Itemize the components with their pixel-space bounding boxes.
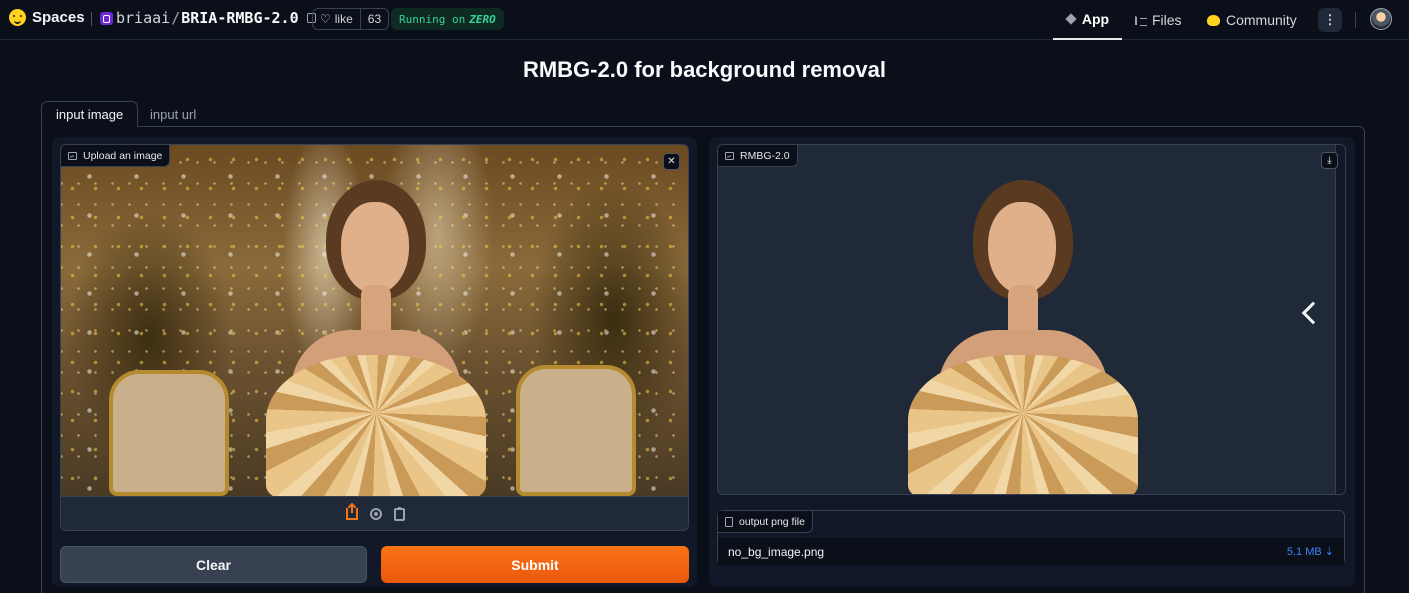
close-icon[interactable]: ✕: [663, 153, 680, 170]
clipboard-icon[interactable]: [393, 506, 405, 521]
download-icon[interactable]: ⤓: [1321, 152, 1338, 169]
output-label-text: RMBG-2.0: [740, 149, 790, 162]
file-label: output png file: [718, 511, 813, 533]
input-photo: [61, 145, 688, 496]
org-avatar-icon: [100, 11, 113, 25]
status-prefix: Running on: [399, 12, 466, 26]
user-avatar[interactable]: [1370, 8, 1392, 30]
community-icon: [1207, 14, 1220, 26]
nav-tab-label: Community: [1226, 12, 1297, 28]
source-selector: [61, 496, 688, 530]
cube-icon: [1065, 13, 1077, 25]
input-column: Upload an image ✕ Clear Submit: [52, 137, 697, 587]
image-label: Upload an image: [61, 145, 171, 167]
page-title: RMBG-2.0 for background removal: [522, 57, 887, 82]
divider: [91, 12, 92, 26]
clear-button[interactable]: Clear: [60, 546, 367, 583]
webcam-icon[interactable]: [369, 508, 382, 520]
tab-input-image[interactable]: input image: [41, 101, 139, 127]
top-nav: Spaces briaai / BRIA-RMBG-2.0 ♡ like 63 …: [0, 0, 1409, 40]
nav-tab-label: App: [1081, 11, 1110, 27]
like-label: like: [334, 12, 353, 26]
brand-label: Spaces: [32, 9, 85, 26]
status-badge: Running on ZERO: [391, 8, 504, 30]
status-hardware: ZERO: [469, 12, 496, 26]
image-label-text: Upload an image: [83, 149, 163, 162]
image-icon: [725, 151, 734, 160]
like-count[interactable]: 63: [359, 9, 388, 29]
file-row: no_bg_image.png 5.1 MB ⇣: [718, 538, 1344, 565]
files-icon: [1135, 15, 1147, 26]
more-options-button[interactable]: ⋮: [1318, 8, 1342, 32]
submit-button[interactable]: Submit: [381, 546, 689, 583]
image-upload-area[interactable]: Upload an image ✕: [60, 144, 689, 531]
nav-tab-label: Files: [1152, 12, 1182, 28]
tab-input-url[interactable]: input url: [136, 101, 210, 127]
nav-tab-files[interactable]: Files: [1135, 0, 1182, 40]
repo-breadcrumb: briaai / BRIA-RMBG-2.0: [100, 9, 316, 27]
repo-name-link[interactable]: BRIA-RMBG-2.0: [181, 9, 298, 27]
hugging-face-logo-icon: [9, 9, 26, 26]
scrollbar[interactable]: [1335, 145, 1345, 494]
upload-icon[interactable]: [345, 504, 358, 520]
file-icon: [725, 516, 733, 527]
nav-tab-app[interactable]: App: [1053, 0, 1122, 40]
heart-icon: ♡: [320, 12, 331, 26]
output-label: RMBG-2.0: [718, 145, 798, 167]
output-photo: [908, 180, 1138, 494]
nav-tab-community[interactable]: Community: [1207, 0, 1297, 40]
output-column: RMBG-2.0 ⤓ output png file no_bg_image.p…: [709, 137, 1355, 587]
file-name: no_bg_image.png: [728, 544, 825, 559]
repo-owner-link[interactable]: briaai: [116, 9, 170, 27]
file-label-text: output png file: [739, 515, 805, 528]
divider: [1355, 12, 1356, 28]
output-file-block: output png file no_bg_image.png 5.1 MB ⇣: [717, 510, 1345, 565]
like-button[interactable]: ♡ like 63: [312, 8, 390, 30]
file-download-link[interactable]: 5.1 MB ⇣: [1287, 545, 1334, 558]
image-icon: [68, 151, 77, 160]
output-image-area: RMBG-2.0 ⤓: [717, 144, 1346, 495]
spaces-home-link[interactable]: Spaces: [9, 9, 85, 26]
breadcrumb-separator: /: [171, 9, 181, 27]
